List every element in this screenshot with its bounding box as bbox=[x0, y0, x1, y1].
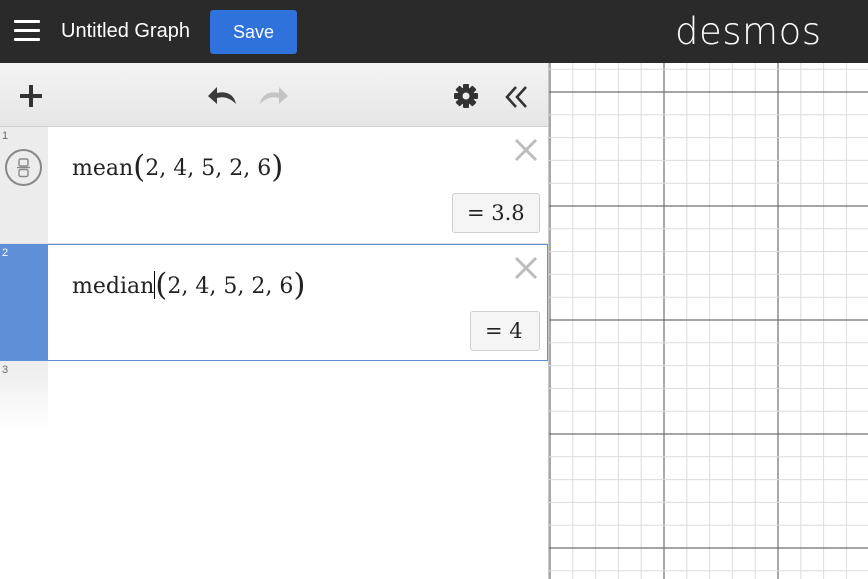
double-chevron-left-icon[interactable] bbox=[503, 84, 529, 110]
expression-toolbar bbox=[0, 63, 548, 127]
gear-icon[interactable] bbox=[453, 83, 479, 109]
function-arguments: 2, 4, 5, 2, 6 bbox=[167, 274, 294, 299]
graph-canvas[interactable] bbox=[549, 63, 868, 579]
undo-icon[interactable] bbox=[206, 84, 240, 108]
expression-math[interactable]: median(2, 4, 5, 2, 6) bbox=[72, 267, 305, 303]
expression-row[interactable]: 3 bbox=[0, 361, 548, 431]
top-bar: Untitled Graph Save desmos bbox=[0, 0, 868, 63]
menu-icon[interactable] bbox=[14, 20, 40, 42]
function-name: median bbox=[72, 274, 155, 299]
function-arguments: 2, 4, 5, 2, 6 bbox=[145, 156, 272, 181]
expression-math[interactable]: mean(2, 4, 5, 2, 6) bbox=[72, 149, 283, 185]
close-icon[interactable] bbox=[513, 137, 539, 163]
redo-icon[interactable] bbox=[256, 84, 290, 108]
grid-lines bbox=[549, 63, 868, 579]
expression-gutter: 3 bbox=[0, 361, 48, 431]
expression-number: 3 bbox=[2, 364, 9, 376]
save-button[interactable]: Save bbox=[210, 10, 297, 54]
close-icon[interactable] bbox=[513, 255, 539, 281]
fraction-icon[interactable] bbox=[5, 149, 42, 186]
expression-number: 2 bbox=[2, 247, 9, 259]
expression-row[interactable]: 2 median(2, 4, 5, 2, 6) = 4 bbox=[0, 244, 548, 361]
expression-gutter: 2 bbox=[0, 244, 48, 361]
expression-gutter: 1 bbox=[0, 127, 48, 243]
function-name: mean bbox=[72, 156, 134, 181]
expression-row[interactable]: 1 mean(2, 4, 5, 2, 6) = 3.8 bbox=[0, 127, 548, 244]
graph-title[interactable]: Untitled Graph bbox=[61, 20, 190, 43]
expression-panel: 1 mean(2, 4, 5, 2, 6) = 3.8 2 median(2, … bbox=[0, 63, 549, 579]
evaluation-result: = 3.8 bbox=[452, 193, 540, 233]
expression-number: 1 bbox=[2, 130, 9, 142]
plus-icon[interactable] bbox=[18, 83, 44, 109]
desmos-logo: desmos bbox=[675, 10, 822, 53]
evaluation-result: = 4 bbox=[470, 311, 540, 351]
